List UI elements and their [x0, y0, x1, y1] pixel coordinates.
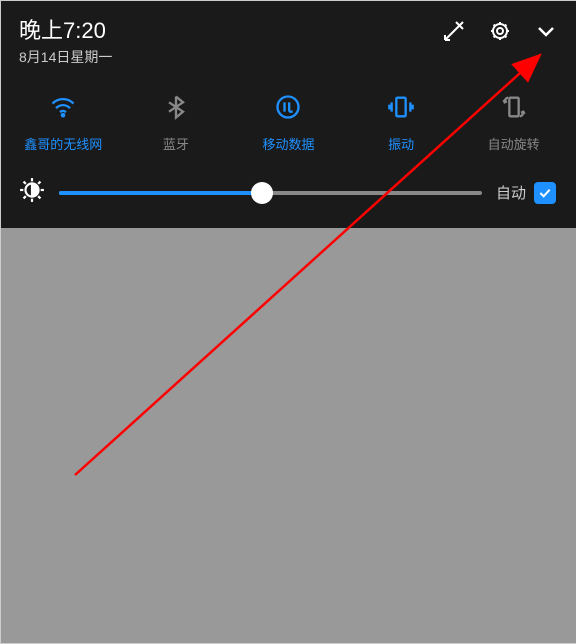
chevron-down-icon[interactable]	[534, 19, 558, 48]
bluetooth-toggle[interactable]: 蓝牙	[120, 93, 233, 153]
auto-brightness-label: 自动	[496, 182, 526, 203]
mobile-data-toggle[interactable]: 移动数据	[232, 93, 345, 153]
slider-fill	[59, 191, 262, 195]
brightness-row: 自动	[1, 163, 576, 228]
mobile-data-label: 移动数据	[262, 134, 314, 153]
wifi-label: 鑫哥的无线网	[24, 134, 102, 153]
auto-rotate-toggle[interactable]: 自动旋转	[457, 93, 570, 153]
vibrate-icon	[387, 93, 415, 126]
edit-icon[interactable]	[442, 19, 466, 48]
status-bar: 晚上7:20 8月14日星期一	[1, 1, 576, 75]
brightness-slider[interactable]	[59, 191, 482, 195]
quick-settings-row: 鑫哥的无线网 蓝牙 移动数据	[1, 75, 576, 163]
clock-time: 晚上7:20	[19, 13, 112, 45]
date-text: 8月14日星期一	[19, 47, 112, 67]
phone-screen: 晚上7:20 8月14日星期一	[0, 0, 576, 644]
wifi-icon	[49, 93, 77, 126]
bluetooth-label: 蓝牙	[163, 134, 189, 153]
auto-rotate-label: 自动旋转	[488, 134, 540, 153]
header-actions	[442, 13, 558, 48]
settings-icon[interactable]	[488, 19, 512, 48]
brightness-icon	[19, 177, 45, 208]
check-icon	[537, 185, 553, 201]
vibrate-label: 振动	[388, 134, 414, 153]
wifi-toggle[interactable]: 鑫哥的无线网	[7, 93, 120, 153]
auto-brightness-checkbox[interactable]	[534, 182, 556, 204]
mobile-data-icon	[274, 93, 302, 126]
bluetooth-icon	[162, 93, 190, 126]
auto-brightness-group: 自动	[496, 182, 556, 204]
notification-panel: 晚上7:20 8月14日星期一	[1, 1, 576, 228]
vibrate-toggle[interactable]: 振动	[345, 93, 458, 153]
slider-thumb[interactable]	[251, 182, 273, 204]
auto-rotate-icon	[500, 93, 528, 126]
time-block: 晚上7:20 8月14日星期一	[19, 13, 112, 67]
